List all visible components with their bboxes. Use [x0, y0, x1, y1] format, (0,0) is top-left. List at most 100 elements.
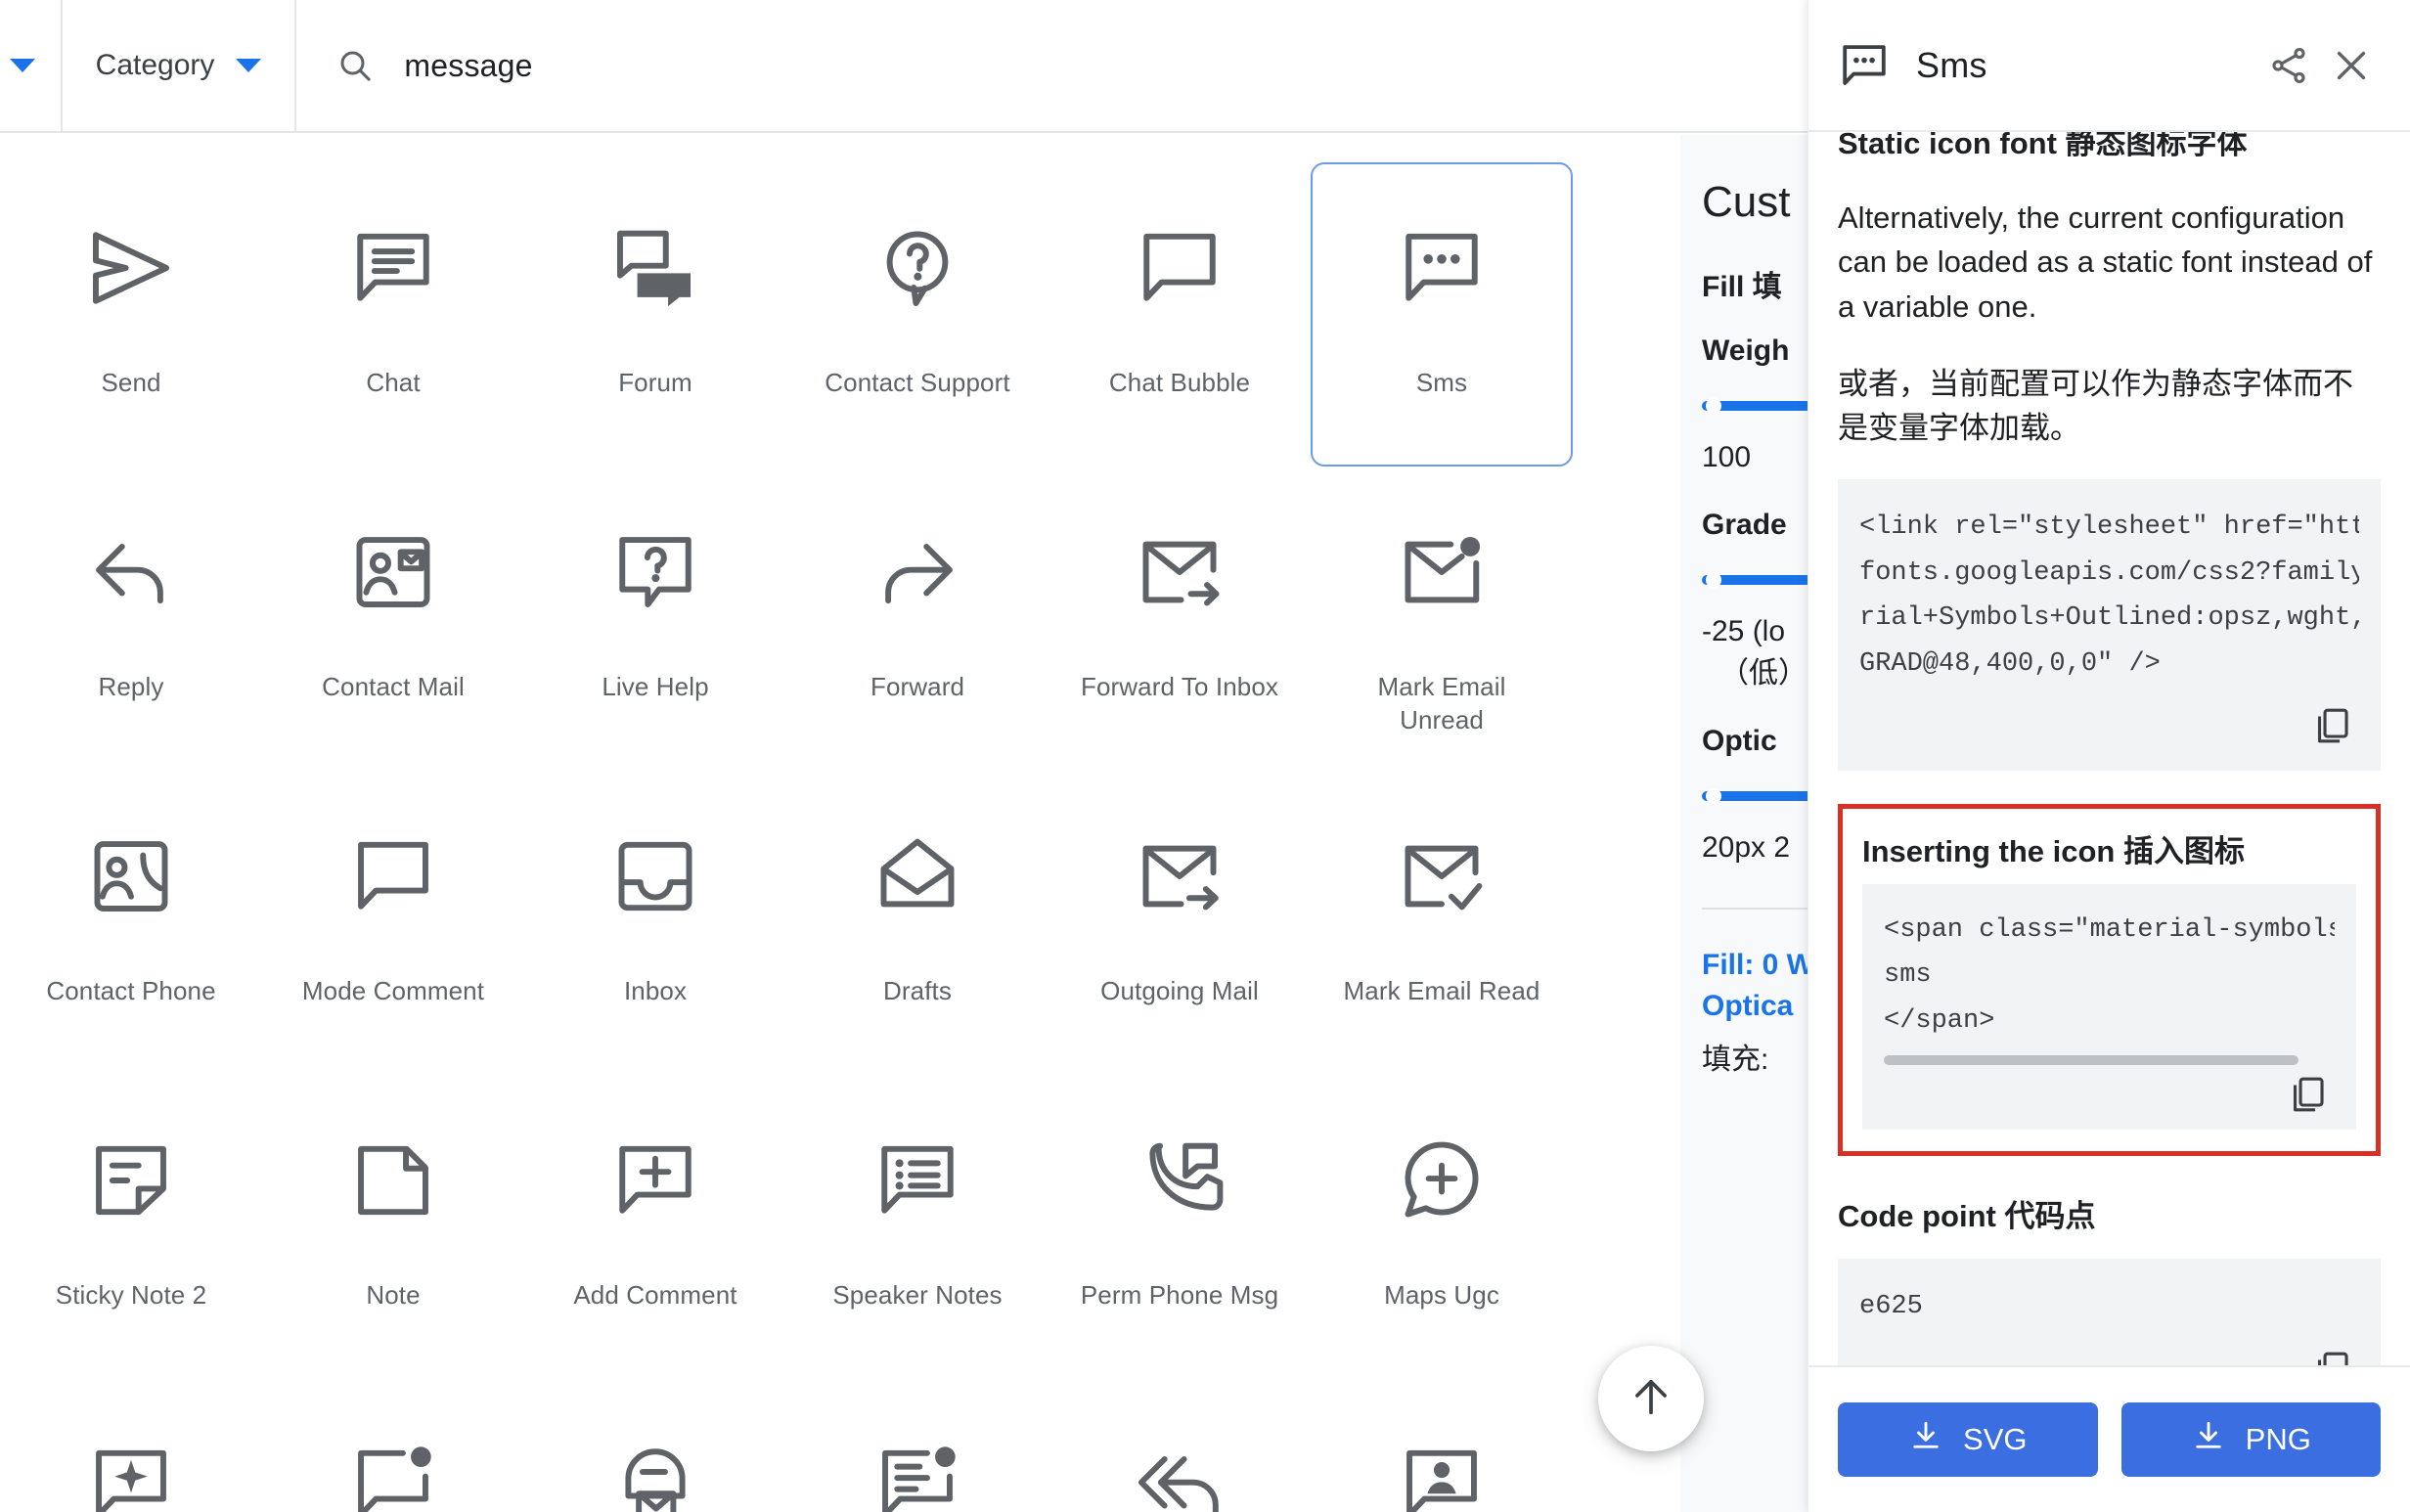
send-icon — [84, 221, 178, 315]
top-toolbar: ls Category — [0, 0, 1839, 133]
icon-tile-chat-bubble-icon[interactable]: Chat Bubble — [1049, 162, 1311, 467]
icon-tile-mode-comment-icon[interactable]: Mode Comment — [262, 771, 524, 1075]
sms-icon — [1395, 221, 1489, 315]
link-code-block[interactable]: <link rel="stylesheet" href="https:// fo… — [1838, 479, 2381, 771]
icon-tile-comment-sparkle-icon[interactable] — [0, 1379, 262, 1512]
copy-icon[interactable] — [2310, 1348, 2353, 1365]
icon-tile-add-comment-icon[interactable]: Add Comment — [524, 1075, 786, 1379]
mark-email-unread-2-icon — [608, 1438, 702, 1512]
icon-tile-label: Inbox — [623, 976, 688, 1005]
icon-tile-label: Live Help — [602, 672, 709, 701]
maps-ugc-icon — [1395, 1134, 1489, 1227]
icon-tile-label: Note — [366, 1280, 421, 1310]
icon-tile-perm-phone-msg-icon[interactable]: Perm Phone Msg — [1049, 1075, 1311, 1379]
icon-tile-maps-ugc-icon[interactable]: Maps Ugc — [1311, 1075, 1573, 1379]
static-font-paragraph-cn: 或者，当前配置可以作为静态字体而不是变量字体加载。 — [1838, 366, 2353, 445]
icon-tile-reply-icon[interactable]: Reply — [0, 467, 262, 771]
code-point-block[interactable]: e625 — [1838, 1259, 2381, 1365]
icon-tile-forward-to-inbox-icon[interactable]: Forward To Inbox — [1049, 467, 1311, 771]
arrow-upward-icon — [1626, 1371, 1676, 1427]
icon-tile-mark-unread-chat-alt-icon[interactable] — [786, 1379, 1049, 1512]
icon-tile-live-help-icon[interactable]: Live Help — [524, 467, 786, 771]
drawer-title: Sms — [1916, 44, 1987, 85]
mark-chat-unread-icon — [346, 1438, 440, 1512]
note-icon — [346, 1134, 440, 1227]
perm-phone-msg-icon — [1133, 1134, 1227, 1227]
icon-tile-label: Contact Phone — [46, 976, 216, 1005]
icon-tile-sticky-note-2-icon[interactable]: Sticky Note 2 — [0, 1075, 262, 1379]
category-dropdown[interactable]: Category — [63, 0, 297, 131]
insert-code-block[interactable]: <span class="material-symbols-outlined" … — [1862, 884, 2356, 1131]
icon-tile-label: Forum — [618, 368, 692, 397]
reply-all-icon — [1133, 1438, 1227, 1512]
chevron-down-icon — [9, 59, 35, 72]
search-bar[interactable] — [296, 0, 1839, 131]
icon-tile-label: Contact Support — [825, 368, 1010, 397]
live-help-icon — [608, 525, 702, 619]
icon-tile-drafts-icon[interactable]: Drafts — [786, 771, 1049, 1075]
icon-tile-mark-email-read-icon[interactable]: Mark Email Read — [1311, 771, 1573, 1075]
download-svg-button[interactable]: SVG — [1838, 1402, 2098, 1477]
search-icon — [335, 46, 375, 85]
icon-tile-label: Reply — [98, 672, 164, 701]
icon-tile-contact-phone-icon[interactable]: Contact Phone — [0, 771, 262, 1075]
add-comment-icon — [608, 1134, 702, 1227]
comment-person-icon — [1395, 1438, 1489, 1512]
icon-tile-contact-support-icon[interactable]: Contact Support — [786, 162, 1049, 467]
insert-code-text: <span class="material-symbols-outlined" … — [1884, 915, 2335, 1036]
copy-icon[interactable] — [2310, 704, 2353, 747]
icon-tile-sms-icon[interactable]: Sms — [1311, 162, 1573, 467]
inserting-icon-section: Inserting the icon 插入图标 <span class="mat… — [1838, 804, 2381, 1157]
link-code-text: <link rel="stylesheet" href="https:// fo… — [1859, 512, 2359, 679]
style-filter-dropdown[interactable]: ls — [0, 0, 63, 131]
search-input[interactable] — [404, 47, 1806, 84]
icon-tile-mark-chat-unread-icon[interactable] — [262, 1379, 524, 1512]
mark-email-unread-icon — [1395, 525, 1489, 619]
reply-icon — [84, 525, 178, 619]
share-icon[interactable] — [2257, 34, 2320, 97]
drawer-footer: SVG PNG — [1808, 1365, 2410, 1512]
icon-tile-mark-email-unread-2-icon[interactable] — [524, 1379, 786, 1512]
icon-tile-label: Forward — [870, 672, 965, 701]
icon-tile-mark-email-unread-icon[interactable]: Mark Email Unread — [1311, 467, 1573, 771]
drafts-icon — [870, 829, 964, 923]
icon-tile-forward-icon[interactable]: Forward — [786, 467, 1049, 771]
icon-tile-speaker-notes-icon[interactable]: Speaker Notes — [786, 1075, 1049, 1379]
icon-tile-send-icon[interactable]: Send — [0, 162, 262, 467]
icon-tile-label: Contact Mail — [322, 672, 465, 701]
icon-tile-label: Drafts — [883, 976, 952, 1005]
icon-tile-outgoing-mail-icon[interactable]: Outgoing Mail — [1049, 771, 1311, 1075]
download-svg-label: SVG — [1963, 1422, 2028, 1456]
code-horizontal-scrollbar[interactable] — [1884, 1044, 2335, 1066]
icon-tile-note-icon[interactable]: Note — [262, 1075, 524, 1379]
contact-mail-icon — [346, 525, 440, 619]
icon-tile-inbox-icon[interactable]: Inbox — [524, 771, 786, 1075]
chat-icon — [346, 221, 440, 315]
icon-tile-label: Chat — [366, 368, 421, 397]
chat-bubble-icon — [1133, 221, 1227, 315]
icon-tile-contact-mail-icon[interactable]: Contact Mail — [262, 467, 524, 771]
icon-tile-label: Maps Ugc — [1384, 1280, 1499, 1310]
close-icon[interactable] — [2320, 34, 2383, 97]
copy-icon[interactable] — [2286, 1073, 2329, 1116]
drawer-header: Sms — [1808, 0, 2410, 132]
contact-support-icon — [870, 221, 964, 315]
sms-icon — [1838, 39, 1891, 92]
download-icon — [1908, 1418, 1943, 1461]
drawer-body: Static icon font 静态图标字体 Alternatively, t… — [1808, 132, 2410, 1365]
scroll-to-top-button[interactable] — [1598, 1346, 1704, 1451]
chevron-down-icon — [236, 59, 262, 72]
icon-tile-label: Outgoing Mail — [1100, 976, 1259, 1005]
icon-tile-reply-all-icon[interactable] — [1049, 1379, 1311, 1512]
static-font-paragraph-en: Alternatively, the current configuration… — [1838, 200, 2373, 324]
icon-tile-forum-icon[interactable]: Forum — [524, 162, 786, 467]
download-png-button[interactable]: PNG — [2120, 1402, 2381, 1477]
icon-tile-chat-icon[interactable]: Chat — [262, 162, 524, 467]
download-png-label: PNG — [2245, 1422, 2311, 1456]
static-font-section-title: Static icon font 静态图标字体 — [1838, 132, 2248, 160]
icon-tile-comment-person-icon[interactable] — [1311, 1379, 1573, 1512]
forward-to-inbox-icon — [1133, 525, 1227, 619]
icon-tile-label: Sms — [1415, 368, 1468, 397]
icon-tile-label: Send — [101, 368, 161, 397]
icon-grid-container: Send Chat Forum Contact Support Chat Bubble S… — [0, 135, 1680, 1512]
